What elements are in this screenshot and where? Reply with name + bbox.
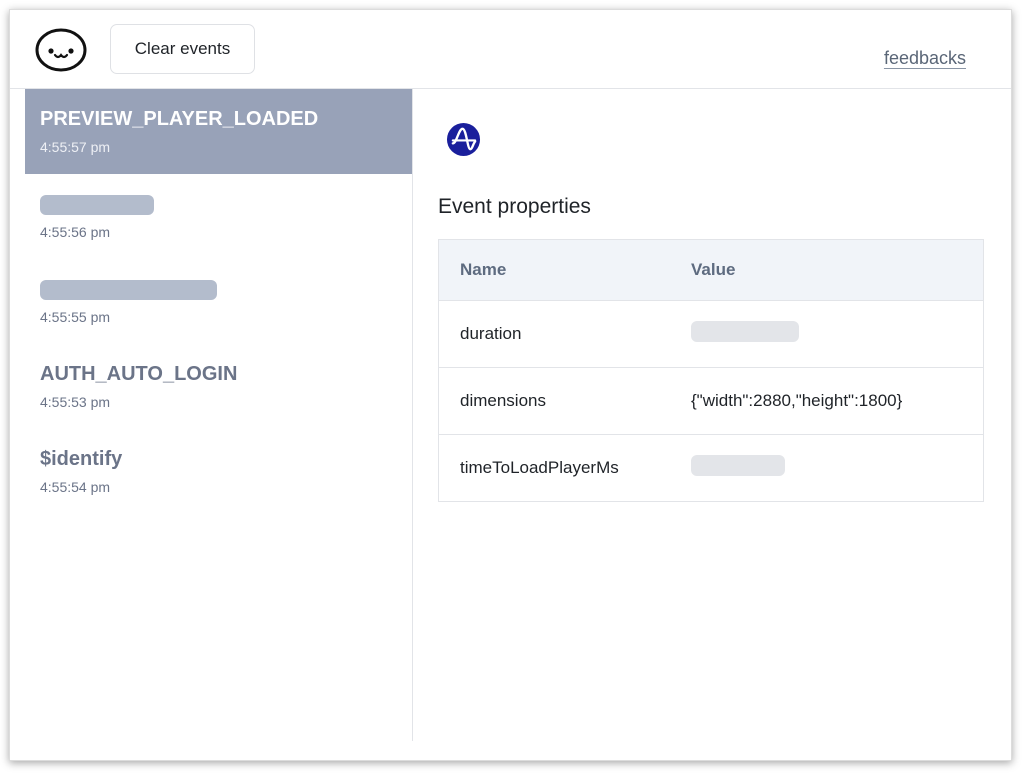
property-name: timeToLoadPlayerMs [460, 458, 619, 477]
property-value-redacted [670, 455, 983, 481]
event-detail-panel: Event properties Name Value duration dim… [414, 89, 1011, 760]
table-row: duration [439, 300, 983, 367]
property-value-redacted [670, 321, 983, 347]
event-name: PREVIEW_PLAYER_LOADED [40, 108, 319, 130]
clear-events-button[interactable]: Clear events [110, 24, 255, 74]
event-item-redacted[interactable]: 4:55:56 pm [25, 174, 412, 259]
event-item-auth-auto-login[interactable]: AUTH_AUTO_LOGIN 4:55:53 pm [25, 344, 412, 429]
event-name-redacted [40, 192, 412, 216]
event-name: $identify [40, 448, 123, 470]
property-name: duration [460, 324, 522, 343]
event-time: 4:55:55 pm [40, 309, 111, 325]
top-bar: Clear events feedbacks [10, 10, 1011, 89]
event-time: 4:55:56 pm [40, 224, 111, 240]
section-title: Event properties [438, 195, 591, 218]
feedbacks-link[interactable]: feedbacks [884, 48, 966, 69]
amplitude-logo-icon [446, 122, 481, 157]
property-value: {"width":2880,"height":1800} [691, 391, 903, 410]
column-header-value: Value [691, 260, 736, 279]
mascot-logo-icon [35, 28, 87, 72]
table-header: Name Value [439, 240, 983, 300]
event-time: 4:55:54 pm [40, 479, 111, 495]
table-row: dimensions {"width":2880,"height":1800} [439, 367, 983, 434]
event-properties-table: Name Value duration dimensions {"width":… [438, 239, 984, 502]
event-item-identify[interactable]: $identify 4:55:54 pm [25, 429, 412, 514]
column-header-name: Name [460, 260, 507, 279]
event-time: 4:55:57 pm [40, 139, 111, 155]
property-name: dimensions [460, 391, 546, 410]
event-time: 4:55:53 pm [40, 394, 111, 410]
event-name: AUTH_AUTO_LOGIN [40, 363, 238, 385]
event-item-preview-player-loaded[interactable]: PREVIEW_PLAYER_LOADED 4:55:57 pm [25, 89, 412, 174]
event-list: PREVIEW_PLAYER_LOADED 4:55:57 pm 4:55:56… [25, 89, 413, 741]
event-name-redacted [40, 277, 412, 301]
app-window: Clear events feedbacks PREVIEW_PLAYER_LO… [9, 9, 1012, 761]
table-row: timeToLoadPlayerMs [439, 434, 983, 501]
event-item-redacted[interactable]: 4:55:55 pm [25, 259, 412, 344]
